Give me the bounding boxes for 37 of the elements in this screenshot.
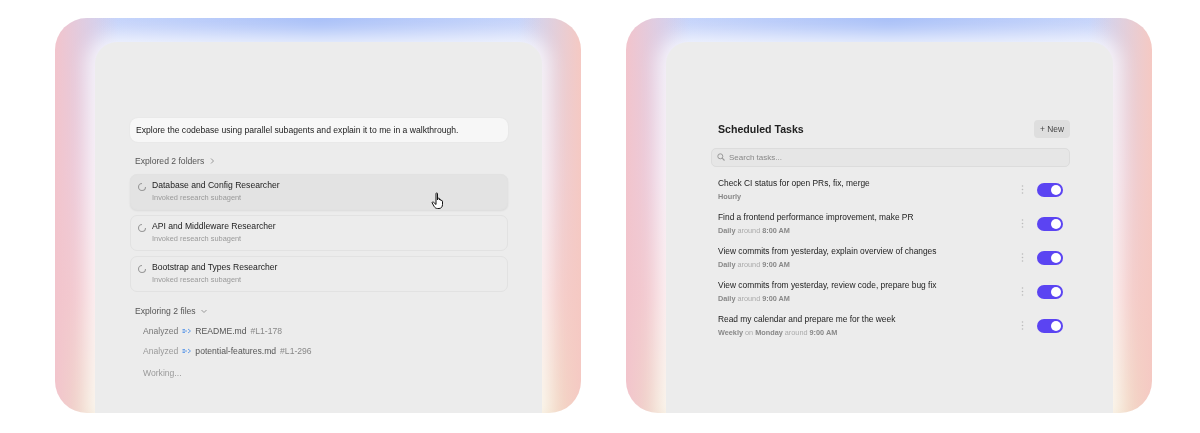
subagent-name: Database and Config Researcher (152, 180, 280, 190)
subagent-name: Bootstrap and Types Researcher (152, 262, 278, 272)
more-options-icon (1021, 287, 1024, 296)
hand-pointer-icon (431, 192, 445, 210)
line-range: #L1-178 (250, 325, 282, 336)
subagent-name: API and Middleware Researcher (152, 221, 276, 231)
section-toggle[interactable]: Explored 2 folders (135, 156, 205, 166)
file-link[interactable]: potential-features.md (195, 345, 277, 356)
toggle-switch[interactable] (1037, 216, 1063, 231)
task-name: View commits from yesterday, explain overview of changes (718, 246, 938, 256)
file-link-icon (182, 347, 192, 354)
more-options-icon (1021, 185, 1024, 194)
task-name: Find a frontend performance improvement, make PR (718, 212, 915, 222)
toggle-switch[interactable] (1037, 284, 1063, 299)
more-options-icon (1021, 219, 1024, 228)
panel-title: Scheduled Tasks (718, 123, 804, 135)
section-toggle[interactable]: Exploring 2 files (135, 306, 196, 316)
toggle-switch[interactable] (1037, 250, 1063, 265)
line-range: #L1-296 (280, 345, 312, 356)
more-options-icon (1021, 253, 1024, 262)
task-name: Read my calendar and prepare me for the week (718, 314, 897, 324)
spinner-icon (137, 264, 147, 274)
file-action: Analyzed (143, 325, 179, 336)
new-button[interactable]: + New (1034, 120, 1070, 138)
file-link-icon (182, 327, 192, 334)
toggle-switch[interactable] (1037, 318, 1063, 333)
task-name: Check CI status for open PRs, fix, merge (718, 178, 871, 188)
task-name: View commits from yesterday, review code, prepare bug fix (718, 280, 938, 290)
toggle-switch[interactable] (1037, 182, 1063, 197)
status-text: Working... (143, 367, 182, 378)
file-link[interactable]: README.md (195, 325, 247, 336)
more-options-icon (1021, 321, 1024, 330)
search-field[interactable]: Search tasks... (711, 148, 1070, 167)
spinner-icon (137, 182, 147, 192)
spinner-icon (137, 223, 147, 233)
prompt-message: Explore the codebase using parallel subagents and explain it to me in a walkthrough. (130, 118, 508, 142)
file-action: Analyzed (143, 345, 179, 356)
